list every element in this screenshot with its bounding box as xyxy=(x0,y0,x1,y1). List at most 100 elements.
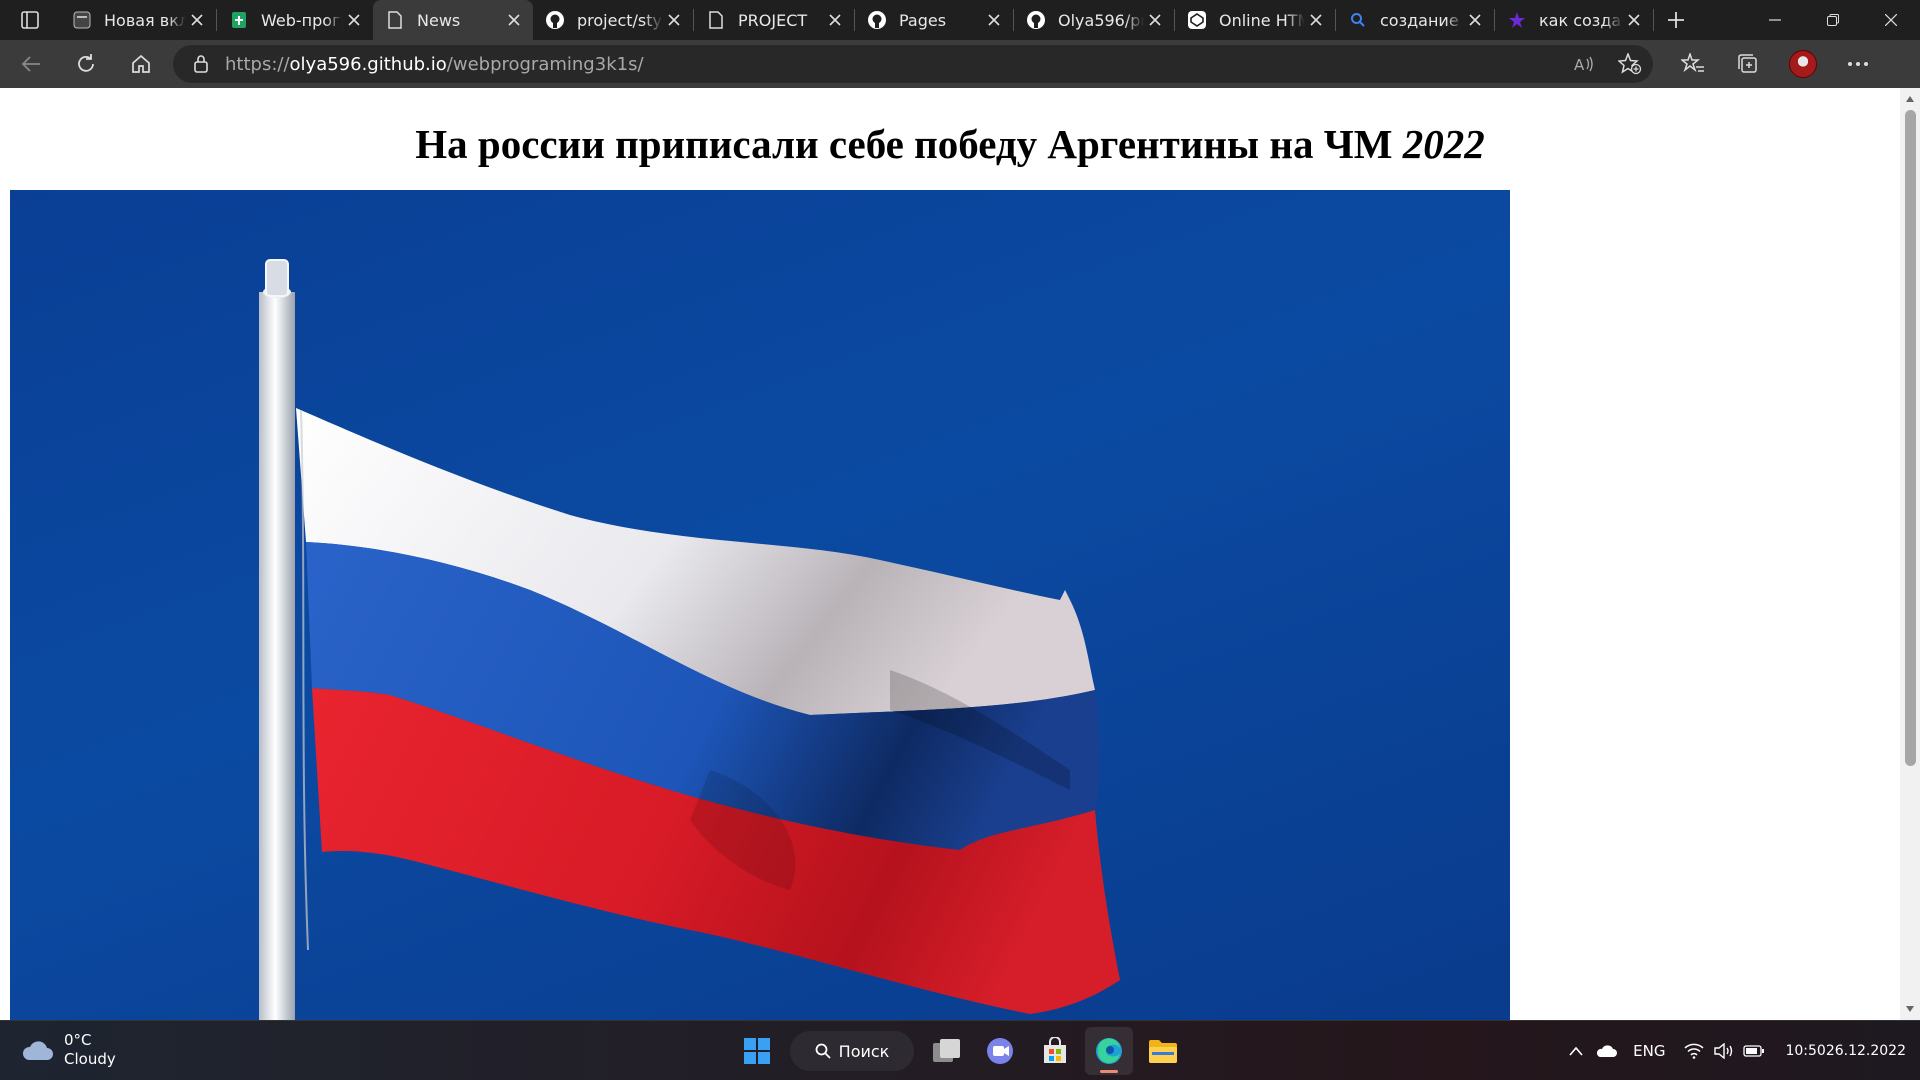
browser-toolbar: https://olya596.github.io/webprograming3… xyxy=(0,40,1920,88)
url-scheme: https:// xyxy=(225,53,290,75)
flagpole xyxy=(259,259,295,1020)
toolbar-right xyxy=(1665,44,1885,84)
start-button[interactable] xyxy=(733,1027,781,1075)
tab-label: News xyxy=(417,10,461,30)
wifi-button[interactable] xyxy=(1679,1031,1709,1071)
tab-online-html[interactable]: Online HTML xyxy=(1175,0,1335,40)
tab-olya-project[interactable]: Olya596/project xyxy=(1014,0,1174,40)
close-icon[interactable] xyxy=(663,9,685,31)
page-viewport: На россии приписали себе победу Аргентин… xyxy=(0,88,1920,1020)
restore-icon xyxy=(1827,14,1839,26)
more-icon xyxy=(1847,62,1868,66)
url-host: olya596.github.io xyxy=(289,53,447,75)
star-favicon-icon xyxy=(1507,10,1527,30)
newtab-favicon-icon xyxy=(72,10,92,30)
scrollbar-thumb[interactable] xyxy=(1905,110,1916,766)
folder-icon xyxy=(1149,1040,1177,1063)
restore-button[interactable] xyxy=(1804,0,1862,40)
add-favorite-button[interactable] xyxy=(1607,45,1653,83)
battery-button[interactable] xyxy=(1739,1031,1769,1071)
clock[interactable]: 10:50 26.12.2022 xyxy=(1785,1042,1906,1061)
plus-icon xyxy=(1668,12,1684,28)
tab-news[interactable]: News xyxy=(373,0,533,40)
minimize-button[interactable] xyxy=(1746,0,1804,40)
window-controls xyxy=(1746,0,1920,40)
taskbar-search-label: Поиск xyxy=(838,1041,890,1061)
home-button[interactable] xyxy=(117,44,165,84)
favorites-icon xyxy=(1680,53,1704,73)
clock-date: 26.12.2022 xyxy=(1825,1042,1906,1059)
show-hidden-icons-button[interactable] xyxy=(1561,1031,1591,1071)
refresh-button[interactable] xyxy=(62,44,110,84)
close-icon[interactable] xyxy=(1305,9,1327,31)
task-view-button[interactable] xyxy=(923,1027,971,1075)
task-view-icon xyxy=(933,1039,960,1062)
close-icon[interactable] xyxy=(824,9,846,31)
profile-button[interactable] xyxy=(1775,44,1830,84)
weather-widget[interactable]: 0°C Cloudy xyxy=(20,1031,116,1069)
close-icon[interactable] xyxy=(186,9,208,31)
close-icon[interactable] xyxy=(983,9,1005,31)
file-explorer-button[interactable] xyxy=(1139,1027,1187,1075)
star-add-icon xyxy=(1618,53,1642,75)
system-tray: ENG 10:50 26.12.2022 xyxy=(1561,1021,1906,1080)
tab-project[interactable]: PROJECT xyxy=(694,0,854,40)
tab-label: Web-программирование xyxy=(261,10,343,30)
chat-camera-icon xyxy=(987,1038,1013,1064)
collections-icon xyxy=(1737,54,1757,73)
close-icon[interactable] xyxy=(1144,9,1166,31)
microsoft-store-button[interactable] xyxy=(1031,1027,1079,1075)
tab-actions-icon xyxy=(21,11,39,29)
tab-project-style[interactable]: project/style xyxy=(533,0,693,40)
tab-how-to-create[interactable]: как создать xyxy=(1495,0,1653,40)
page-title-year: 2022 xyxy=(1402,121,1485,167)
tab-label: как создать xyxy=(1539,10,1623,30)
tab-label: Online HTML xyxy=(1219,10,1305,30)
tab-web-programming[interactable]: Web-программирование xyxy=(217,0,373,40)
edge-browser-button[interactable] xyxy=(1085,1027,1133,1075)
weather-description: Cloudy xyxy=(64,1050,116,1068)
windows-taskbar: 0°C Cloudy Поиск ENG 10:50 26.12.2022 xyxy=(0,1020,1920,1080)
tab-actions-button[interactable] xyxy=(0,0,60,40)
scroll-down-button[interactable] xyxy=(1900,1000,1920,1018)
read-aloud-button[interactable]: A xyxy=(1561,45,1607,83)
lock-icon xyxy=(194,55,208,73)
tab-new[interactable]: Новая вкладка xyxy=(60,0,216,40)
scroll-up-button[interactable] xyxy=(1900,90,1920,108)
close-icon[interactable] xyxy=(1623,9,1645,31)
back-button[interactable] xyxy=(7,44,55,84)
teams-chat-button[interactable] xyxy=(977,1027,1025,1075)
address-bar[interactable]: https://olya596.github.io/webprograming3… xyxy=(173,45,1653,83)
onedrive-button[interactable] xyxy=(1591,1031,1621,1071)
home-icon xyxy=(132,54,150,73)
close-window-button[interactable] xyxy=(1862,0,1920,40)
tab-search-site[interactable]: создание сайта xyxy=(1336,0,1494,40)
close-icon[interactable] xyxy=(1464,9,1486,31)
settings-more-button[interactable] xyxy=(1830,44,1885,84)
edge-icon xyxy=(1096,1038,1122,1064)
url-path: /webprograming3k1s/ xyxy=(446,53,644,75)
wifi-icon xyxy=(1684,1043,1704,1059)
new-tab-button[interactable] xyxy=(1654,0,1698,40)
back-arrow-icon xyxy=(21,56,40,72)
url-text[interactable]: https://olya596.github.io/webprograming3… xyxy=(225,54,644,75)
github-favicon-icon xyxy=(867,10,887,30)
tab-pages[interactable]: Pages xyxy=(855,0,1013,40)
close-icon[interactable] xyxy=(503,9,525,31)
github-favicon-icon xyxy=(1026,10,1046,30)
tab-label: создание сайта xyxy=(1380,10,1464,30)
page-scrollbar[interactable] xyxy=(1900,88,1920,1020)
hero-image-russian-flag xyxy=(10,190,1510,1020)
language-indicator[interactable]: ENG xyxy=(1633,1042,1665,1060)
page-title: На россии приписали себе победу Аргентин… xyxy=(0,120,1900,168)
taskbar-search-button[interactable]: Поиск xyxy=(790,1031,914,1071)
tab-label: Pages xyxy=(899,10,947,30)
favorites-button[interactable] xyxy=(1665,44,1720,84)
collections-button[interactable] xyxy=(1720,44,1775,84)
volume-button[interactable] xyxy=(1709,1031,1739,1071)
cloud-icon xyxy=(22,1041,53,1060)
page-favicon-icon xyxy=(385,10,405,30)
close-icon[interactable] xyxy=(343,9,365,31)
speaker-icon xyxy=(1714,1043,1733,1059)
taskbar-center: Поиск xyxy=(730,1027,1190,1075)
